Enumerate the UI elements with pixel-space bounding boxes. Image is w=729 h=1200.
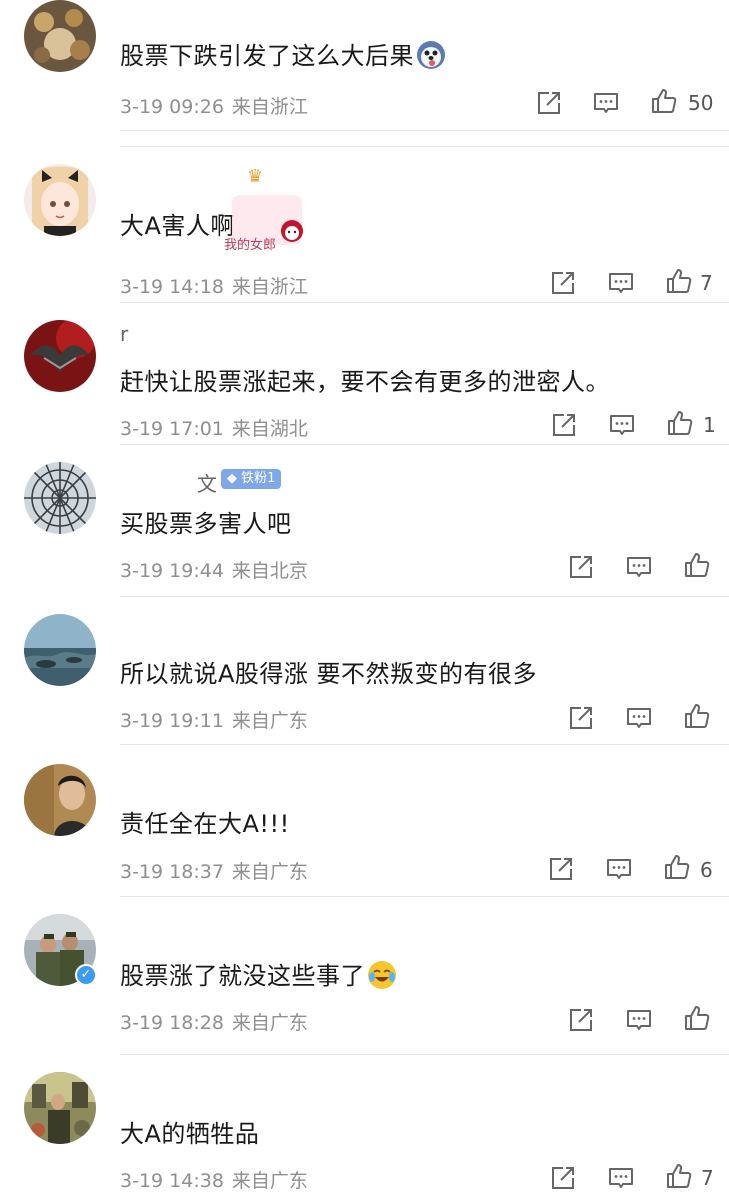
comment-location: 来自广东 bbox=[231, 1170, 308, 1192]
comment-date: 3-19 14:18 bbox=[120, 276, 224, 298]
comment-icon[interactable] bbox=[593, 90, 619, 116]
avatar[interactable] bbox=[24, 320, 96, 392]
comment-location: 来自广东 bbox=[231, 861, 308, 883]
like-count: 1 bbox=[703, 413, 716, 437]
like-count: 7 bbox=[700, 271, 713, 295]
like-count: 7 bbox=[701, 1166, 714, 1190]
avatar[interactable] bbox=[24, 1072, 96, 1144]
like-icon[interactable] bbox=[666, 268, 692, 294]
comment-meta: 3-19 19:44 来自北京 bbox=[120, 556, 308, 583]
divider bbox=[120, 130, 729, 131]
like-icon[interactable] bbox=[664, 854, 690, 880]
comment-meta: 3-19 18:28 来自广东 bbox=[120, 1008, 308, 1035]
divider bbox=[120, 444, 729, 445]
divider bbox=[120, 1054, 729, 1055]
comment-text: 股票涨了就没这些事了 bbox=[120, 956, 397, 991]
share-icon[interactable] bbox=[548, 856, 574, 882]
avatar[interactable] bbox=[24, 764, 96, 836]
comment-meta: 3-19 18:37 来自广东 bbox=[120, 857, 308, 884]
username[interactable]: 文 bbox=[197, 468, 217, 497]
comment-meta: 3-19 19:11 来自广东 bbox=[120, 706, 308, 733]
like-icon[interactable] bbox=[667, 410, 693, 436]
comment-date: 3-19 18:37 bbox=[120, 861, 224, 883]
share-icon[interactable] bbox=[536, 90, 562, 116]
share-icon[interactable] bbox=[568, 1007, 594, 1033]
like-count: 6 bbox=[700, 858, 713, 882]
like-count: 50 bbox=[688, 91, 714, 115]
comment-meta: 3-19 09:26 来自浙江 bbox=[120, 92, 308, 119]
comment-icon[interactable] bbox=[606, 856, 632, 882]
comment-date: 3-19 19:44 bbox=[120, 560, 224, 582]
comment-text: 买股票多害人吧 bbox=[120, 510, 292, 538]
comment-icon[interactable] bbox=[626, 554, 652, 580]
like-icon[interactable] bbox=[666, 1163, 692, 1189]
comment-text: 赶快让股票涨起来，要不会有更多的泄密人。 bbox=[120, 368, 610, 396]
sticker-label: 我的女郎 bbox=[224, 238, 277, 253]
like-icon[interactable] bbox=[684, 552, 710, 578]
divider bbox=[120, 596, 729, 597]
divider bbox=[120, 896, 729, 897]
username[interactable]: r bbox=[120, 322, 128, 346]
avatar[interactable] bbox=[24, 0, 96, 72]
comment-date: 3-19 18:28 bbox=[120, 1012, 224, 1034]
crown-icon: ♛ bbox=[247, 166, 264, 187]
comment-meta: 3-19 17:01 来自湖北 bbox=[120, 414, 308, 441]
comment-meta: 3-19 14:18 来自浙江 bbox=[120, 272, 308, 299]
share-icon[interactable] bbox=[550, 270, 576, 296]
divider bbox=[120, 744, 729, 745]
comment-date: 3-19 19:11 bbox=[120, 710, 224, 732]
comment-date: 3-19 14:38 bbox=[120, 1170, 224, 1192]
dog-emoji-icon bbox=[417, 41, 445, 69]
comment-date: 3-19 09:26 bbox=[120, 96, 224, 118]
share-icon[interactable] bbox=[550, 1165, 576, 1191]
comment-icon[interactable] bbox=[626, 1007, 652, 1033]
comment-text: 大A害人啊 bbox=[120, 212, 235, 240]
comment-text: 所以就说A股得涨 要不然叛变的有很多 bbox=[120, 660, 538, 688]
comment-icon[interactable] bbox=[609, 412, 635, 438]
comment-text: 大A的牺牲品 bbox=[120, 1120, 260, 1148]
comment-location: 来自北京 bbox=[231, 560, 308, 582]
avatar[interactable] bbox=[24, 462, 96, 534]
like-icon[interactable] bbox=[684, 703, 710, 729]
comment-icon[interactable] bbox=[626, 705, 652, 731]
comment-location: 来自浙江 bbox=[231, 276, 308, 298]
comment-icon[interactable] bbox=[608, 1165, 634, 1191]
share-icon[interactable] bbox=[551, 412, 577, 438]
divider bbox=[120, 302, 729, 303]
share-icon[interactable] bbox=[568, 705, 594, 731]
comment-icon[interactable] bbox=[608, 270, 634, 296]
avatar[interactable] bbox=[24, 164, 96, 236]
comment-meta: 3-19 14:38 来自广东 bbox=[120, 1166, 308, 1193]
comment-location: 来自广东 bbox=[231, 710, 308, 732]
comment-location: 来自广东 bbox=[231, 1012, 308, 1034]
avatar[interactable] bbox=[24, 614, 96, 686]
like-icon[interactable] bbox=[651, 88, 677, 114]
comment-text: 责任全在大A!!! bbox=[120, 810, 290, 838]
divider bbox=[120, 146, 729, 147]
crying-laughing-emoji-icon bbox=[368, 961, 396, 989]
comment-text: 股票下跌引发了这么大后果 bbox=[120, 36, 446, 71]
comment-location: 来自湖北 bbox=[231, 418, 308, 440]
fan-badge: ◆ 铁粉1 bbox=[221, 469, 282, 489]
verified-badge-icon: ✓ bbox=[75, 964, 97, 986]
share-icon[interactable] bbox=[568, 554, 594, 580]
comment-date: 3-19 17:01 bbox=[120, 418, 224, 440]
like-icon[interactable] bbox=[684, 1005, 710, 1031]
comment-location: 来自浙江 bbox=[231, 96, 308, 118]
